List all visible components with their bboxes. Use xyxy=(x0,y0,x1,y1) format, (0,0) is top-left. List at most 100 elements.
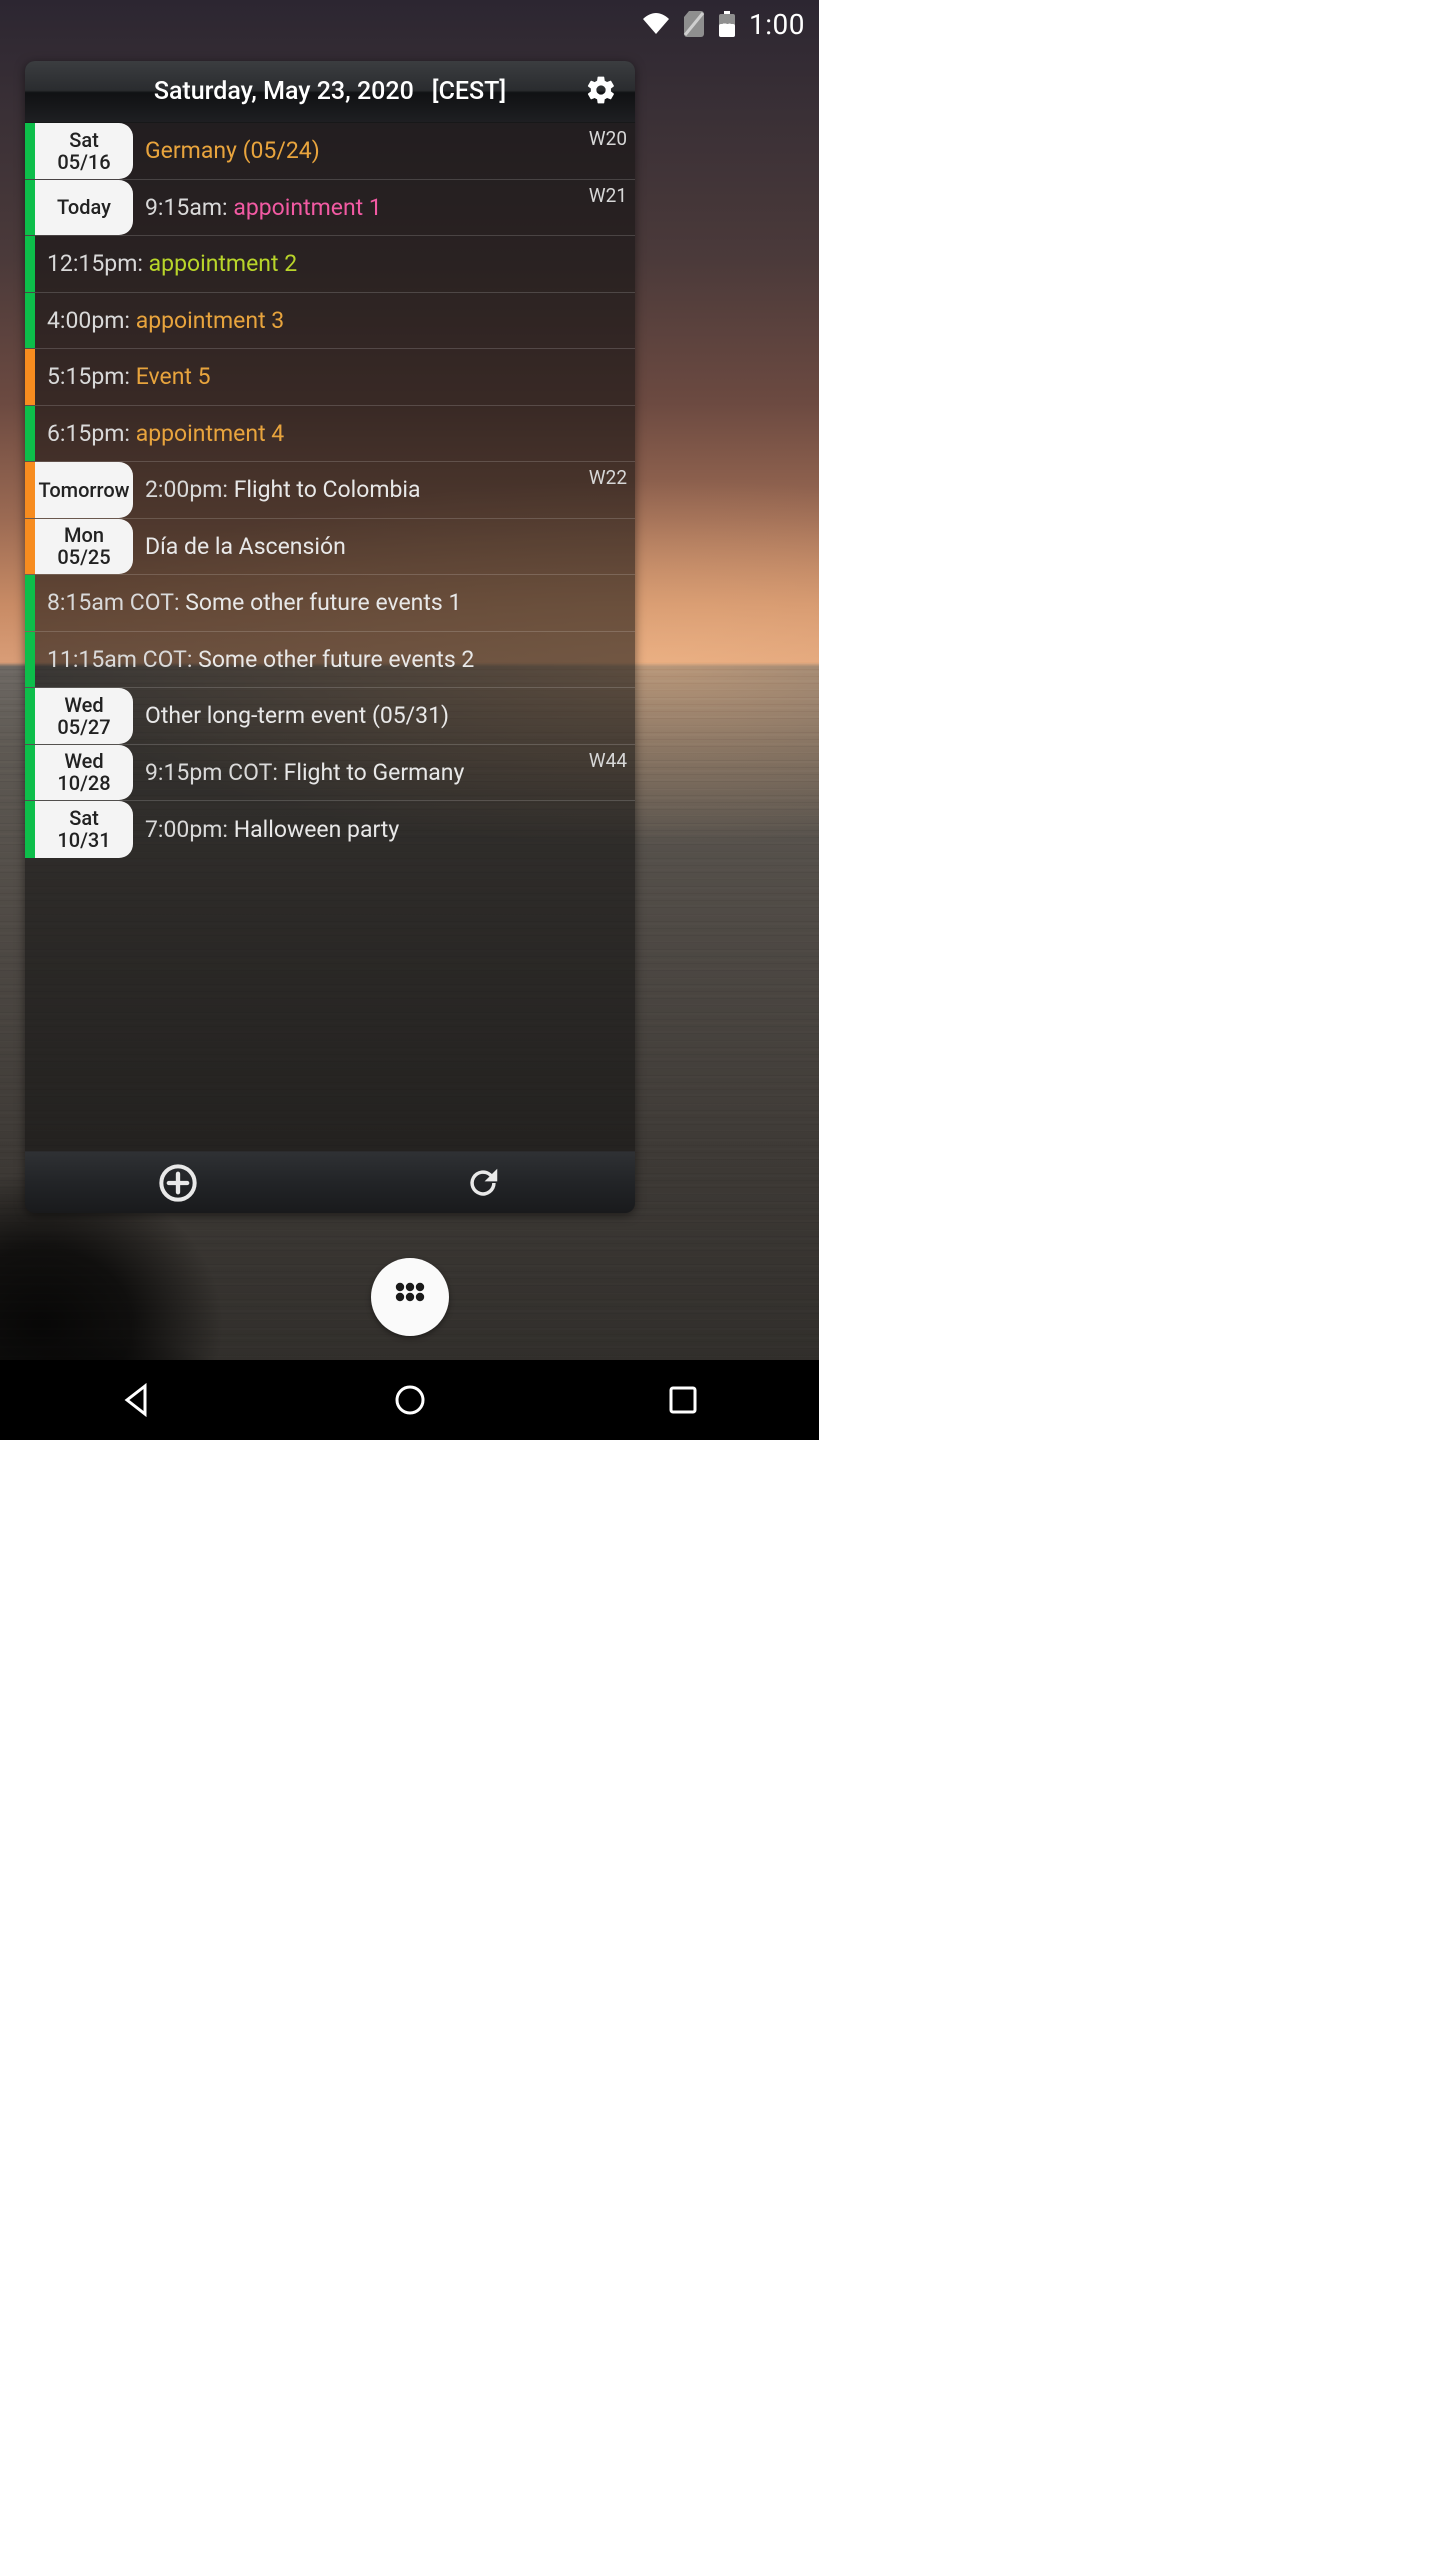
calendar-color-stripe xyxy=(25,801,35,858)
event-time: 9:15am: xyxy=(145,194,233,221)
add-event-button[interactable] xyxy=(25,1152,330,1213)
no-sim-icon xyxy=(683,11,705,37)
date-line-1: Sat xyxy=(57,129,110,151)
calendar-color-stripe xyxy=(25,462,35,518)
date-line-1: Today xyxy=(57,196,111,218)
event-text: 2:00pm: Flight to Colombia xyxy=(133,476,635,503)
event-row[interactable]: 11:15am COT: Some other future events 2 xyxy=(25,632,635,689)
event-title: Germany (05/24) xyxy=(145,137,320,164)
event-title: Día de la Ascensión xyxy=(145,533,346,560)
event-row[interactable]: 5:15pm: Event 5 xyxy=(25,349,635,406)
event-title: appointment 2 xyxy=(149,250,298,277)
event-row[interactable]: Wed05/27 Other long-term event (05/31) xyxy=(25,688,635,745)
widget-date-title: Saturday, May 23, 2020 xyxy=(154,77,414,106)
calendar-color-stripe xyxy=(25,406,35,462)
widget-footer xyxy=(25,1151,635,1213)
event-text: Other long-term event (05/31) xyxy=(133,702,635,729)
event-text: 8:15am COT: Some other future events 1 xyxy=(35,589,635,616)
event-title: Flight to Colombia xyxy=(234,476,421,503)
calendar-widget[interactable]: Saturday, May 23, 2020 [CEST] Sat05/16 Ge… xyxy=(25,61,635,1213)
event-text: 9:15pm COT: Flight to Germany xyxy=(133,759,635,786)
event-time: 5:15pm: xyxy=(47,363,136,390)
battery-icon: 58 xyxy=(717,11,737,37)
week-number: W21 xyxy=(589,184,627,207)
event-row[interactable]: 6:15pm: appointment 4 xyxy=(25,406,635,463)
battery-percent: 58 xyxy=(717,23,737,33)
widget-timezone: [CEST] xyxy=(432,77,506,106)
week-number: W20 xyxy=(589,127,627,150)
calendar-color-stripe xyxy=(25,123,35,179)
date-cell: Wed10/28 xyxy=(35,745,133,801)
calendar-color-stripe xyxy=(25,519,35,575)
week-number: W22 xyxy=(589,466,627,489)
widget-header[interactable]: Saturday, May 23, 2020 [CEST] xyxy=(25,61,635,123)
date-cell: Tomorrow xyxy=(35,462,133,518)
calendar-color-stripe xyxy=(25,575,35,631)
date-cell: Mon05/25 xyxy=(35,519,133,575)
date-line-1: Mon xyxy=(57,524,110,546)
event-time: 2:00pm: xyxy=(145,476,234,503)
week-number: W44 xyxy=(589,749,627,772)
event-title: appointment 1 xyxy=(233,194,382,221)
event-title: Event 5 xyxy=(136,363,211,390)
calendar-color-stripe xyxy=(25,349,35,405)
event-text: 5:15pm: Event 5 xyxy=(35,363,635,390)
event-title: Flight to Germany xyxy=(284,759,465,786)
event-row[interactable]: Sat10/317:00pm: Halloween party xyxy=(25,801,635,858)
event-row[interactable]: Tomorrow2:00pm: Flight to ColombiaW22 xyxy=(25,462,635,519)
date-line-2: 10/28 xyxy=(57,772,110,794)
recents-button[interactable] xyxy=(623,1372,743,1428)
gear-icon xyxy=(585,74,617,106)
event-time: 4:00pm: xyxy=(47,307,136,334)
back-button[interactable] xyxy=(77,1372,197,1428)
event-title: Other long-term event (05/31) xyxy=(145,702,449,729)
event-time: 6:15pm: xyxy=(47,420,136,447)
date-cell: Today xyxy=(35,180,133,236)
event-row[interactable]: 12:15pm: appointment 2 xyxy=(25,236,635,293)
event-text: 11:15am COT: Some other future events 2 xyxy=(35,646,635,673)
event-text: Día de la Ascensión xyxy=(133,533,635,560)
home-button[interactable] xyxy=(350,1372,470,1428)
back-icon xyxy=(117,1380,157,1420)
event-text: 9:15am: appointment 1 xyxy=(133,194,635,221)
date-line-2: 10/31 xyxy=(57,829,110,851)
event-row[interactable]: Mon05/25 Día de la Ascensión xyxy=(25,519,635,576)
settings-button[interactable] xyxy=(585,74,617,110)
status-bar: 58 1:00 xyxy=(0,0,819,48)
event-row[interactable]: Wed10/289:15pm COT: Flight to GermanyW44 xyxy=(25,745,635,802)
event-row[interactable]: 4:00pm: appointment 3 xyxy=(25,293,635,350)
event-title: appointment 3 xyxy=(136,307,285,334)
event-text: 7:00pm: Halloween party xyxy=(133,816,635,843)
date-cell: Sat05/16 xyxy=(35,123,133,179)
event-list[interactable]: Sat05/16 Germany (05/24) W20 Today 9:15am: a… xyxy=(25,123,635,1151)
app-drawer-button[interactable] xyxy=(371,1258,449,1336)
event-text: 4:00pm: appointment 3 xyxy=(35,307,635,334)
event-time: 9:15pm COT: xyxy=(145,759,284,786)
wifi-icon xyxy=(641,13,671,35)
calendar-color-stripe xyxy=(25,236,35,292)
event-title: Some other future events 1 xyxy=(185,589,461,616)
event-row[interactable]: Sat05/16 Germany (05/24) W20 xyxy=(25,123,635,180)
event-row[interactable]: Today9:15am: appointment 1W21 xyxy=(25,180,635,237)
date-line-2: 05/25 xyxy=(57,546,110,568)
refresh-icon xyxy=(464,1164,502,1202)
date-line-1: Wed xyxy=(57,750,110,772)
date-line-2: 05/27 xyxy=(57,716,110,738)
event-time: 12:15pm: xyxy=(47,250,149,277)
refresh-button[interactable] xyxy=(330,1152,635,1213)
event-text: 12:15pm: appointment 2 xyxy=(35,250,635,277)
event-row[interactable]: 8:15am COT: Some other future events 1 xyxy=(25,575,635,632)
date-line-2: 05/16 xyxy=(57,151,110,173)
event-time: 8:15am COT: xyxy=(47,589,185,616)
calendar-color-stripe xyxy=(25,632,35,688)
event-text: Germany (05/24) xyxy=(133,137,635,164)
app-drawer-icon xyxy=(389,1276,431,1318)
status-clock: 1:00 xyxy=(749,8,805,41)
calendar-color-stripe xyxy=(25,180,35,236)
date-line-1: Wed xyxy=(57,694,110,716)
calendar-color-stripe xyxy=(25,745,35,801)
date-cell: Wed05/27 xyxy=(35,688,133,744)
event-time: 7:00pm: xyxy=(145,816,234,843)
home-icon xyxy=(390,1380,430,1420)
date-cell: Sat10/31 xyxy=(35,801,133,858)
